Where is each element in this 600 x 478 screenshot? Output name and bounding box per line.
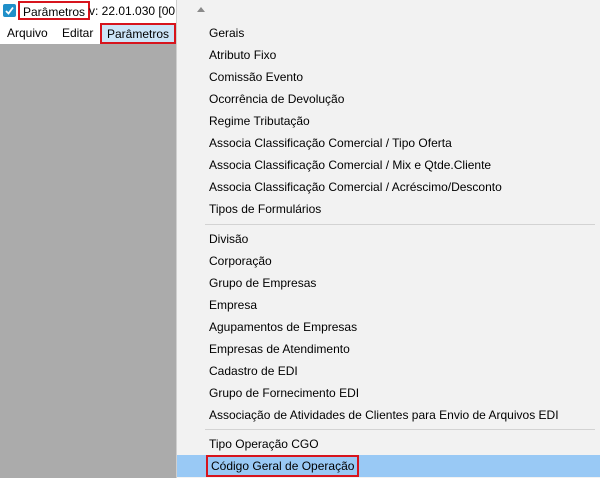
menu-item-cadastro-edi[interactable]: Cadastro de EDI [177, 360, 600, 382]
app-icon [3, 4, 16, 17]
menu-arquivo[interactable]: Arquivo [3, 22, 52, 44]
menu-bar: Arquivo Editar Parâmetros [0, 22, 178, 44]
menu-item-grupo-fornecimento-edi[interactable]: Grupo de Fornecimento EDI [177, 382, 600, 404]
window-title: Parâmetros [18, 1, 91, 20]
version-label: v: 22.01.030 [00 [89, 4, 176, 18]
menu-item-regime-tributacao[interactable]: Regime Tributação [177, 110, 600, 132]
menu-item-grupo-empresas[interactable]: Grupo de Empresas [177, 272, 600, 294]
menu-item-label: Código Geral de Operação [206, 455, 360, 477]
menu-parametros[interactable]: Parâmetros [100, 23, 177, 44]
menu-editar[interactable]: Editar [58, 22, 97, 44]
menu-item-assoc-tipo-oferta[interactable]: Associa Classificação Comercial / Tipo O… [177, 132, 600, 154]
menu-item-corporacao[interactable]: Corporação [177, 250, 600, 272]
menu-item-divisao[interactable]: Divisão [177, 228, 600, 250]
menu-item-ocorrencia-devolucao[interactable]: Ocorrência de Devolução [177, 88, 600, 110]
menu-item-assoc-mix-qtde[interactable]: Associa Classificação Comercial / Mix e … [177, 154, 600, 176]
menu-separator [205, 224, 595, 225]
title-bar: Parâmetros v: 22.01.030 [00 [0, 0, 178, 22]
menu-item-assoc-atividades-edi[interactable]: Associação de Atividades de Clientes par… [177, 404, 600, 426]
menu-item-assoc-acrescimo[interactable]: Associa Classificação Comercial / Acrésc… [177, 176, 600, 198]
menu-item-tipos-formularios[interactable]: Tipos de Formulários [177, 198, 600, 220]
menu-item-agrupamentos-empresas[interactable]: Agupamentos de Empresas [177, 316, 600, 338]
menu-item-gerais[interactable]: Gerais [177, 22, 600, 44]
menu-item-empresa[interactable]: Empresa [177, 294, 600, 316]
scroll-up-icon[interactable] [197, 7, 205, 12]
menu-item-atributo-fixo[interactable]: Atributo Fixo [177, 44, 600, 66]
menu-item-empresas-atendimento[interactable]: Empresas de Atendimento [177, 338, 600, 360]
menu-item-comissao-evento[interactable]: Comissão Evento [177, 66, 600, 88]
workspace-area [0, 44, 176, 478]
menu-item-tipo-operacao-cgo[interactable]: Tipo Operação CGO [177, 433, 600, 455]
menu-separator [205, 429, 595, 430]
parametros-dropdown-menu: Gerais Atributo Fixo Comissão Evento Oco… [176, 0, 600, 478]
menu-item-codigo-geral-operacao[interactable]: Código Geral de Operação [177, 455, 600, 477]
